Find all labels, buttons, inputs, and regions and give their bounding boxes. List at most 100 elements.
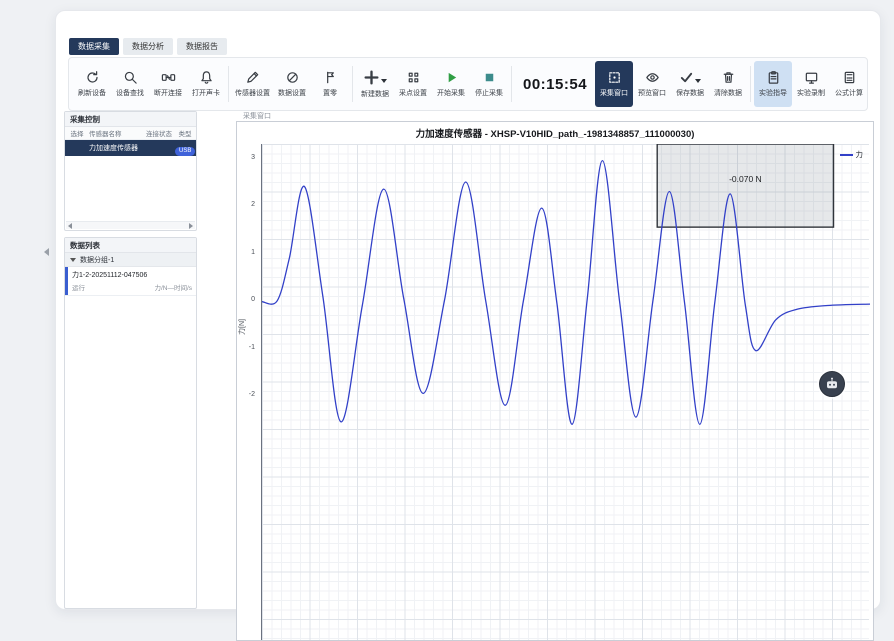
button-label: 打开声卡 (192, 88, 220, 98)
y-tick-label: -1 (249, 344, 255, 351)
toolbar-separator (750, 66, 751, 102)
data-group-row[interactable]: 数据分组-1 (65, 253, 196, 267)
zero-set-button[interactable]: 置零 (311, 61, 349, 107)
pencil-icon (245, 70, 260, 85)
data-settings-button[interactable]: 数据设置 (273, 61, 311, 107)
item-meta: 力/N—时间/s (154, 282, 192, 292)
experiment-guide-button[interactable]: 实验指导 (754, 61, 792, 107)
stop-acquisition-button[interactable]: 停止采集 (470, 61, 508, 107)
check-icon (679, 70, 694, 85)
search-device-button[interactable]: 设备查找 (111, 61, 149, 107)
button-label: 停止采集 (475, 88, 503, 98)
data-group-label: 数据分组-1 (80, 255, 114, 265)
tab-data-acquisition[interactable]: 数据采集 (69, 38, 119, 55)
refresh-device-button[interactable]: 刷新设备 (73, 61, 111, 107)
robot-icon (824, 376, 840, 392)
item-title: 力1-2-20251112-047506 (72, 270, 192, 280)
legend-label: 力 (856, 149, 864, 160)
data-list-item[interactable]: 力1-2-20251112-047506 运行 力/N—时间/s (65, 267, 196, 296)
column-type: 类型 (175, 128, 195, 138)
type-badge: USB (175, 147, 195, 156)
button-label: 刷新设备 (78, 88, 106, 98)
y-tick-label: -2 (249, 391, 255, 398)
capture-control-panel: 采集控制 选择 传感器名称 连接状态 类型 力加速度传感器 USB (64, 111, 197, 231)
chart-canvas: -0.070 N (262, 144, 870, 640)
toolbar: 刷新设备 设备查找 断开连接 打开声卡 传感器设置 数据设置 置零 (68, 57, 868, 111)
button-label: 实验录制 (797, 88, 825, 98)
experiment-record-button[interactable]: 实验录制 (792, 61, 830, 107)
button-label: 公式计算 (835, 88, 863, 98)
acquisition-timer: 00:15:54 (523, 76, 587, 93)
expand-caret-icon[interactable] (70, 258, 76, 262)
calculator-icon (842, 70, 857, 85)
scroll-right-icon[interactable] (189, 223, 193, 229)
item-state: 运行 (72, 282, 85, 292)
grid-dots-icon (406, 70, 421, 85)
slashed-circle-icon (285, 70, 300, 85)
capture-area-label: 采集窗口 (243, 111, 271, 121)
toolbar-separator (228, 66, 229, 102)
chart-legend: 力 (840, 149, 864, 160)
plot-area[interactable]: -0.070 N 力 (261, 144, 869, 640)
flag-icon (323, 70, 338, 85)
sensor-settings-button[interactable]: 传感器设置 (232, 61, 273, 107)
button-label: 预览窗口 (638, 88, 666, 98)
column-select: 选择 (65, 128, 89, 138)
toolbar-separator (352, 66, 353, 102)
sensor-name: 力加速度传感器 (89, 143, 143, 153)
dropdown-caret-icon[interactable] (695, 79, 701, 83)
clipboard-icon (766, 70, 781, 85)
column-connection-status: 连接状态 (143, 128, 175, 138)
button-label: 断开连接 (154, 88, 182, 98)
disconnect-device-button[interactable]: 断开连接 (149, 61, 187, 107)
button-label: 实验指导 (759, 88, 787, 98)
eye-icon (645, 70, 660, 85)
button-label: 设备查找 (116, 88, 144, 98)
data-list-title: 数据列表 (65, 238, 196, 253)
disconnect-icon (161, 70, 176, 85)
svg-text:-0.070 N: -0.070 N (729, 174, 762, 184)
formula-calc-button[interactable]: 公式计算 (830, 61, 868, 107)
button-label: 数据设置 (278, 88, 306, 98)
y-tick-label: 2 (251, 201, 255, 208)
trash-icon (721, 70, 736, 85)
capture-window-button[interactable]: 采集窗口 (595, 61, 633, 107)
play-icon (444, 70, 459, 85)
column-sensor-name: 传感器名称 (89, 128, 143, 138)
preview-window-button[interactable]: 预览窗口 (633, 61, 671, 107)
y-tick-label: 1 (251, 249, 255, 256)
app-window: 数据采集 数据分析 数据报告 刷新设备 设备查找 断开连接 打开声卡 传感器设置… (55, 10, 881, 610)
dropdown-caret-icon[interactable] (381, 79, 387, 83)
chart-panel: 力加速度传感器 - XHSP-V10HID_path_-1981348857_1… (236, 121, 874, 641)
item-accent-bar (65, 267, 68, 295)
save-data-button[interactable]: 保存数据 (671, 61, 709, 107)
button-label: 清除数据 (714, 88, 742, 98)
y-axis-ticks: 3210-1-2 (237, 144, 258, 640)
sidebar-collapse-icon[interactable] (44, 248, 49, 256)
sensor-row[interactable]: 力加速度传感器 USB (65, 140, 196, 156)
y-tick-label: 0 (251, 296, 255, 303)
plus-icon (363, 69, 380, 86)
clear-data-button[interactable]: 清除数据 (709, 61, 747, 107)
tab-data-analysis[interactable]: 数据分析 (123, 38, 173, 55)
sound-card-button[interactable]: 打开声卡 (187, 61, 225, 107)
sample-settings-button[interactable]: 采点设置 (394, 61, 432, 107)
tab-data-report[interactable]: 数据报告 (177, 38, 227, 55)
chart-title: 力加速度传感器 - XHSP-V10HID_path_-1981348857_1… (237, 126, 873, 140)
capture-control-title: 采集控制 (65, 112, 196, 127)
capture-frame-icon (607, 70, 622, 85)
refresh-icon (85, 70, 100, 85)
toolbar-separator (511, 66, 512, 102)
button-label: 传感器设置 (235, 88, 270, 98)
button-label: 置零 (323, 88, 337, 98)
button-label: 采集窗口 (600, 88, 628, 98)
stop-icon (482, 70, 497, 85)
button-label: 开始采集 (437, 88, 465, 98)
assistant-button[interactable] (819, 371, 845, 397)
button-label: 保存数据 (676, 88, 704, 98)
new-data-button[interactable]: 新建数据 (356, 61, 394, 107)
horizontal-scrollbar[interactable] (66, 221, 195, 229)
start-acquisition-button[interactable]: 开始采集 (432, 61, 470, 107)
monitor-icon (804, 70, 819, 85)
scroll-left-icon[interactable] (68, 223, 72, 229)
